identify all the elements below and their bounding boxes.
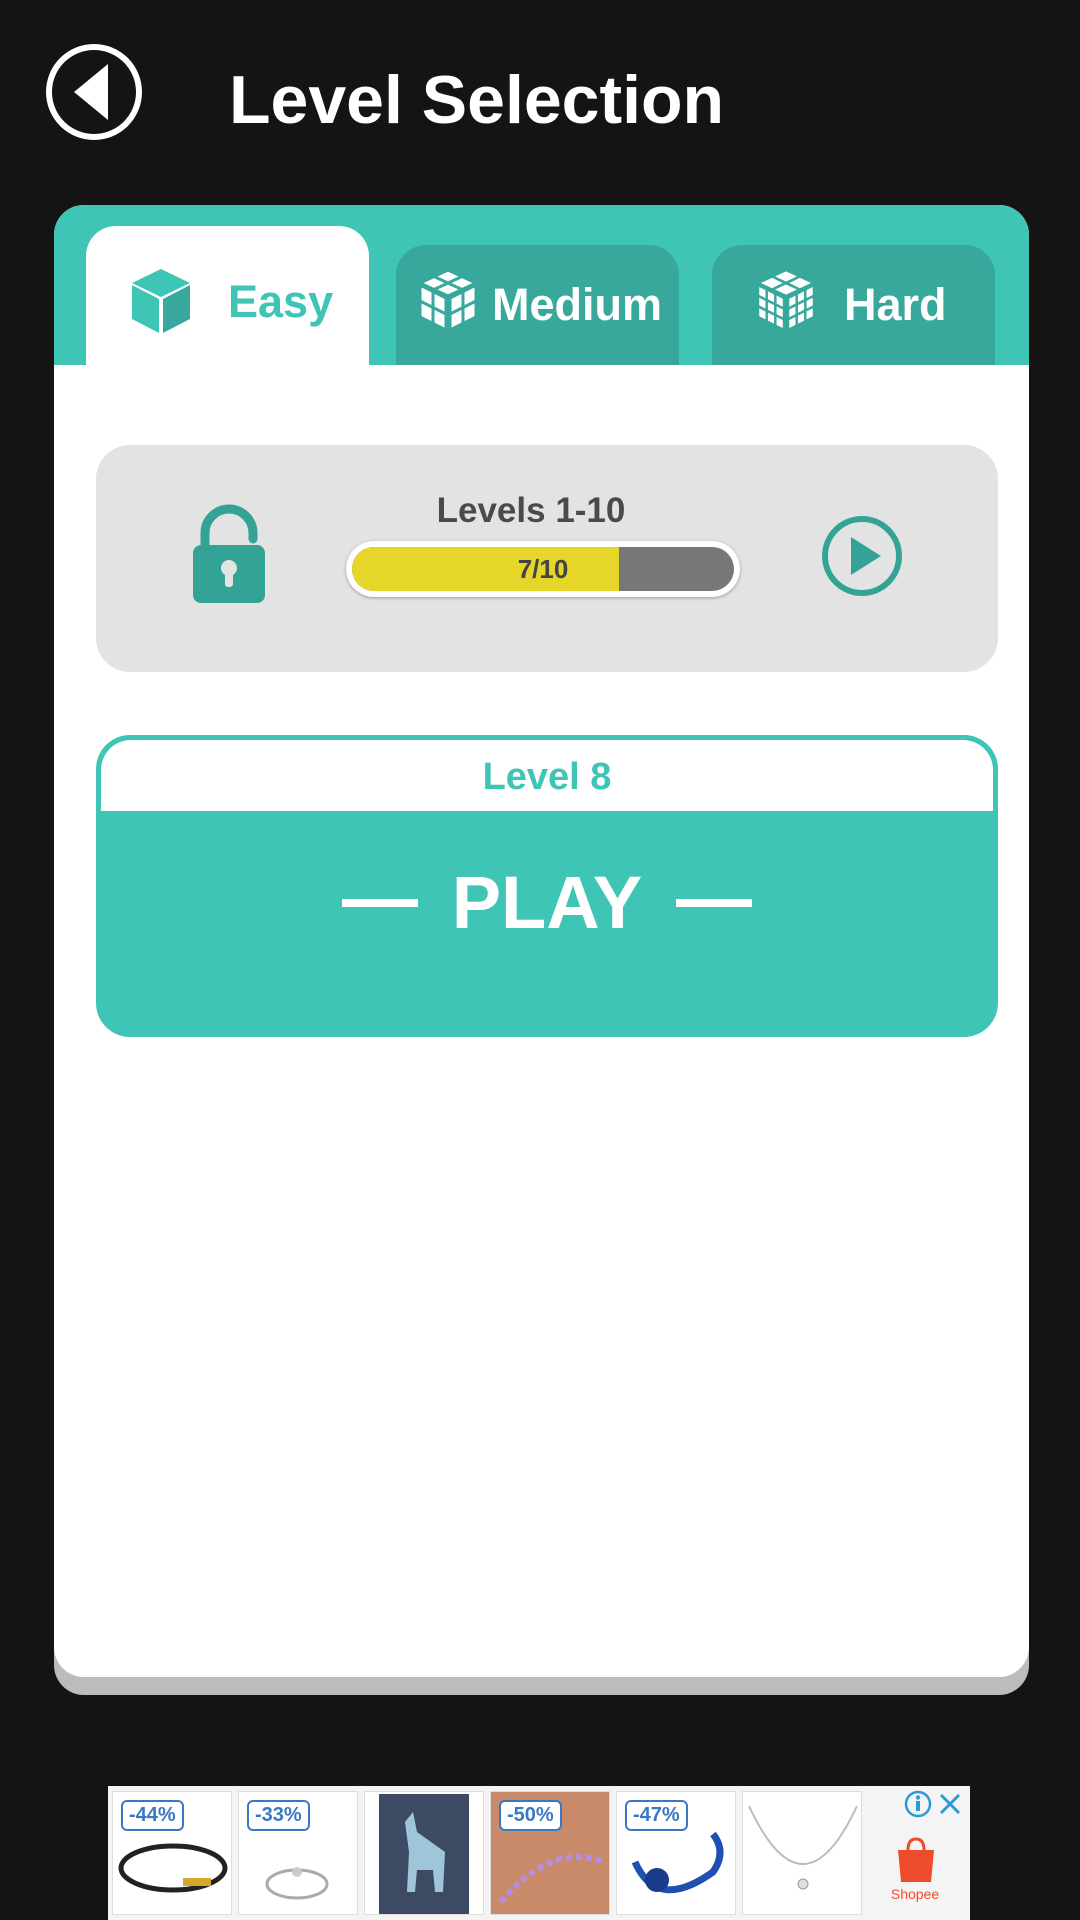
back-button[interactable]: [46, 44, 142, 140]
ad-product-item[interactable]: -47%: [616, 1791, 736, 1915]
ad-product-item[interactable]: [742, 1791, 862, 1915]
shopee-logo: [898, 1837, 934, 1882]
pin-image: [379, 1794, 469, 1914]
ad-product-item[interactable]: [364, 1791, 484, 1915]
discount-badge: -47%: [625, 1800, 688, 1831]
level-group-title: Levels 1-10: [436, 491, 626, 530]
progress-text: 7/10: [517, 554, 569, 584]
tab-easy[interactable]: Easy: [86, 226, 369, 365]
cube-2x2-icon: [416, 267, 480, 343]
play-label: PLAY: [451, 861, 643, 944]
cube-3x3-icon: [755, 268, 817, 343]
tab-medium-label: Medium: [492, 279, 663, 330]
close-icon[interactable]: [936, 1790, 964, 1818]
progress-bar: 7/10: [346, 541, 740, 597]
tab-medium[interactable]: Medium: [396, 245, 679, 365]
play-circle-icon[interactable]: [821, 513, 903, 599]
ad-brand: Shopee: [890, 1886, 940, 1902]
ad-product-item[interactable]: -50%: [490, 1791, 610, 1915]
ad-banner[interactable]: -44% -33% -50% -47% Shopee: [108, 1786, 970, 1920]
next-level-title: Level 8: [101, 740, 993, 811]
ad-product-item[interactable]: -44%: [112, 1791, 232, 1915]
discount-badge: -44%: [121, 1800, 184, 1831]
play-dash-left: [341, 899, 418, 907]
ad-product-item[interactable]: -33%: [238, 1791, 358, 1915]
necklace-image: [748, 1805, 858, 1890]
play-dash-right: [676, 899, 753, 907]
difficulty-tabbar: Easy Medium Hard: [54, 205, 1029, 365]
level-selection-card: Easy Medium Hard Levels 1-10 7/10 Level …: [54, 205, 1029, 1677]
unlocked-padlock-icon: [193, 504, 265, 603]
tab-hard[interactable]: Hard: [712, 245, 995, 365]
back-arrow-circle-icon: [74, 64, 108, 120]
tab-easy-label: Easy: [228, 275, 334, 327]
page-title: Level Selection: [229, 62, 725, 138]
tab-hard-label: Hard: [844, 279, 947, 330]
cube-icon: [130, 267, 192, 346]
level-group-row[interactable]: Levels 1-10 7/10: [96, 445, 998, 672]
info-icon[interactable]: [904, 1790, 932, 1818]
play-level-button[interactable]: Level 8 PLAY: [96, 735, 998, 1037]
discount-badge: -50%: [499, 1800, 562, 1831]
discount-badge: -33%: [247, 1800, 310, 1831]
play-row: PLAY: [96, 853, 998, 953]
